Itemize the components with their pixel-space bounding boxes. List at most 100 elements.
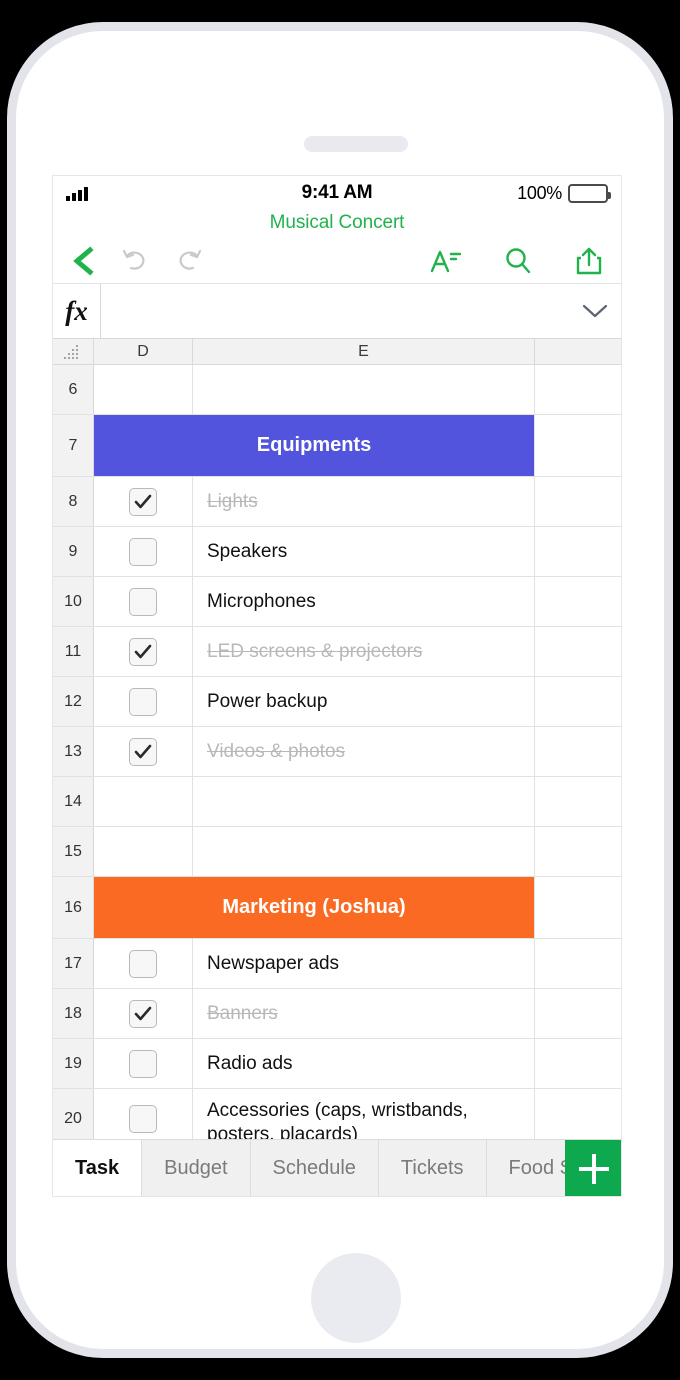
table-row[interactable]: 6 xyxy=(53,365,621,415)
table-row[interactable]: 19 Radio ads xyxy=(53,1039,621,1089)
task-checkbox[interactable] xyxy=(129,487,157,516)
formula-bar: fx xyxy=(53,284,621,339)
table-row[interactable]: 11 LED screens & projectors xyxy=(53,627,621,677)
cell-d[interactable] xyxy=(94,777,193,826)
cell-f[interactable] xyxy=(535,415,621,476)
cell-f[interactable] xyxy=(535,939,621,988)
table-row[interactable]: 15 xyxy=(53,827,621,877)
cell-f[interactable] xyxy=(535,877,621,938)
cell-f[interactable] xyxy=(535,1039,621,1088)
cell-e[interactable] xyxy=(193,777,535,826)
cell-e[interactable]: Radio ads xyxy=(193,1039,535,1088)
home-button[interactable] xyxy=(311,1253,401,1343)
cell-e[interactable]: Power backup xyxy=(193,677,535,726)
row-header-19[interactable]: 19 xyxy=(53,1039,94,1088)
cell-f[interactable] xyxy=(535,577,621,626)
cell-f[interactable] xyxy=(535,827,621,876)
cell-d[interactable] xyxy=(94,727,193,776)
undo-icon[interactable] xyxy=(121,247,149,275)
cell-d[interactable] xyxy=(94,365,193,414)
row-header-11[interactable]: 11 xyxy=(53,627,94,676)
row-header-13[interactable]: 13 xyxy=(53,727,94,776)
cell-f[interactable] xyxy=(535,677,621,726)
task-checkbox[interactable] xyxy=(129,737,157,766)
task-checkbox[interactable] xyxy=(129,999,157,1028)
table-row[interactable]: 7 Equipments xyxy=(53,415,621,477)
cell-e[interactable]: Banners xyxy=(193,989,535,1038)
sheet-tab-tickets[interactable]: Tickets xyxy=(379,1140,487,1196)
task-checkbox[interactable] xyxy=(129,537,157,566)
task-checkbox[interactable] xyxy=(129,949,157,978)
cell-e[interactable]: LED screens & projectors xyxy=(193,627,535,676)
table-row[interactable]: 17 Newspaper ads xyxy=(53,939,621,989)
row-header-17[interactable]: 17 xyxy=(53,939,94,988)
sheet-tab-task[interactable]: Task xyxy=(53,1140,143,1196)
cell-f[interactable] xyxy=(535,365,621,414)
cell-f[interactable] xyxy=(535,777,621,826)
cell-d[interactable] xyxy=(94,827,193,876)
table-row[interactable]: 9 Speakers xyxy=(53,527,621,577)
share-icon[interactable] xyxy=(575,246,603,276)
cell-d[interactable] xyxy=(94,477,193,526)
formula-input[interactable] xyxy=(101,284,569,338)
cell-e[interactable]: Lights xyxy=(193,477,535,526)
row-header-14[interactable]: 14 xyxy=(53,777,94,826)
table-row[interactable]: 12 Power backup xyxy=(53,677,621,727)
cell-d[interactable] xyxy=(94,577,193,626)
sheet-tab-budget[interactable]: Budget xyxy=(142,1140,251,1196)
cell-d[interactable] xyxy=(94,1039,193,1088)
format-text-icon[interactable] xyxy=(429,247,461,275)
cell-e[interactable] xyxy=(193,827,535,876)
row-header-15[interactable]: 15 xyxy=(53,827,94,876)
row-header-16[interactable]: 16 xyxy=(53,877,94,938)
row-header-9[interactable]: 9 xyxy=(53,527,94,576)
section-banner[interactable]: Equipments xyxy=(94,415,535,476)
table-row[interactable]: 18 Banners xyxy=(53,989,621,1039)
back-chevron-icon[interactable] xyxy=(71,245,95,276)
table-row[interactable]: 16 Marketing (Joshua) xyxy=(53,877,621,939)
column-header-f[interactable] xyxy=(535,339,621,364)
add-sheet-icon[interactable] xyxy=(565,1140,621,1196)
cell-d[interactable] xyxy=(94,627,193,676)
task-checkbox[interactable] xyxy=(129,1104,157,1133)
cell-f[interactable] xyxy=(535,477,621,526)
search-icon[interactable] xyxy=(503,246,533,276)
sheet-tab-schedule[interactable]: Schedule xyxy=(251,1140,379,1196)
task-checkbox[interactable] xyxy=(129,687,157,716)
row-header-7[interactable]: 7 xyxy=(53,415,94,476)
cell-e[interactable]: Newspaper ads xyxy=(193,939,535,988)
row-header-18[interactable]: 18 xyxy=(53,989,94,1038)
cell-f[interactable] xyxy=(535,527,621,576)
cell-d[interactable] xyxy=(94,939,193,988)
cell-d[interactable] xyxy=(94,989,193,1038)
table-row[interactable]: 8 Lights xyxy=(53,477,621,527)
cell-e[interactable] xyxy=(193,365,535,414)
row-header-10[interactable]: 10 xyxy=(53,577,94,626)
cell-d[interactable] xyxy=(94,677,193,726)
select-all-icon[interactable] xyxy=(53,339,94,364)
task-checkbox[interactable] xyxy=(129,1049,157,1078)
task-checkbox[interactable] xyxy=(129,587,157,616)
row-header-6[interactable]: 6 xyxy=(53,365,94,414)
cell-e[interactable]: Microphones xyxy=(193,577,535,626)
chevron-down-icon[interactable] xyxy=(569,284,621,338)
sheet-tab-label: Task xyxy=(75,1156,120,1179)
column-header-e[interactable]: E xyxy=(193,339,535,364)
cell-e[interactable]: Speakers xyxy=(193,527,535,576)
cell-f[interactable] xyxy=(535,727,621,776)
task-checkbox[interactable] xyxy=(129,637,157,666)
table-row[interactable]: 14 xyxy=(53,777,621,827)
cell-d[interactable] xyxy=(94,527,193,576)
row-header-12[interactable]: 12 xyxy=(53,677,94,726)
spreadsheet-grid: D E 6 7 Equipments 8 Lights 9 Speakers 10 M… xyxy=(53,339,621,1177)
column-header-d[interactable]: D xyxy=(94,339,193,364)
cell-e[interactable]: Videos & photos xyxy=(193,727,535,776)
fx-icon[interactable]: fx xyxy=(53,284,101,338)
table-row[interactable]: 10 Microphones xyxy=(53,577,621,627)
cell-f[interactable] xyxy=(535,989,621,1038)
table-row[interactable]: 13 Videos & photos xyxy=(53,727,621,777)
row-header-8[interactable]: 8 xyxy=(53,477,94,526)
redo-icon[interactable] xyxy=(175,247,203,275)
section-banner[interactable]: Marketing (Joshua) xyxy=(94,877,535,938)
cell-f[interactable] xyxy=(535,627,621,676)
